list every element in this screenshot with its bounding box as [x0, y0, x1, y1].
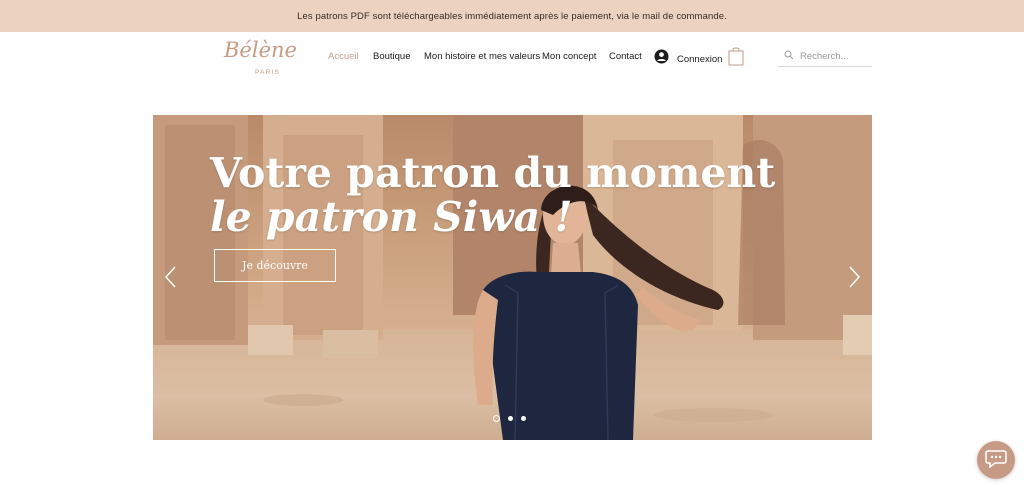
nav-item-accueil[interactable]: Accueil [328, 51, 359, 62]
hero-slideshow: Votre patron du moment le patron Siwa ! … [153, 115, 872, 440]
chevron-right-icon [849, 266, 861, 288]
search-input[interactable] [800, 50, 870, 62]
slide-indicators [493, 415, 526, 422]
site-header: Bélène PARIS Accueil Boutique Mon histoi… [0, 32, 1024, 92]
user-circle-icon [654, 49, 669, 69]
announcement-text: Les patrons PDF sont téléchargeables imm… [297, 10, 727, 22]
next-slide-arrow[interactable] [848, 265, 862, 289]
discover-button[interactable]: Je découvre [214, 249, 336, 282]
logo-subtitle: PARIS [255, 69, 281, 76]
login-button[interactable]: Connexion [654, 49, 722, 69]
nav-item-mon-histoire[interactable]: Mon histoire et mes valeurs [424, 51, 540, 62]
previous-slide-arrow[interactable] [163, 265, 177, 289]
search-box[interactable] [778, 46, 872, 67]
chat-bubble-icon [985, 448, 1007, 473]
chat-button[interactable] [977, 441, 1015, 479]
logo-script: Bélène [224, 38, 297, 62]
chevron-left-icon [164, 266, 176, 288]
hero-subtitle: le patron Siwa ! [210, 193, 573, 241]
shopping-bag-icon [728, 47, 744, 70]
nav-item-mon-concept[interactable]: Mon concept [542, 51, 596, 62]
login-label: Connexion [677, 53, 723, 65]
announcement-bar: Les patrons PDF sont téléchargeables imm… [0, 0, 1024, 32]
hero-title: Votre patron du moment [210, 149, 776, 197]
brand-logo[interactable]: Bélène PARIS [222, 36, 297, 84]
cart-button[interactable] [728, 46, 744, 66]
search-icon [784, 47, 794, 65]
nav-item-boutique[interactable]: Boutique [373, 51, 411, 62]
slide-dot-1[interactable] [493, 415, 500, 422]
slide-dot-3[interactable] [521, 416, 526, 421]
slide-dot-2[interactable] [508, 416, 513, 421]
nav-item-contact[interactable]: Contact [609, 51, 642, 62]
